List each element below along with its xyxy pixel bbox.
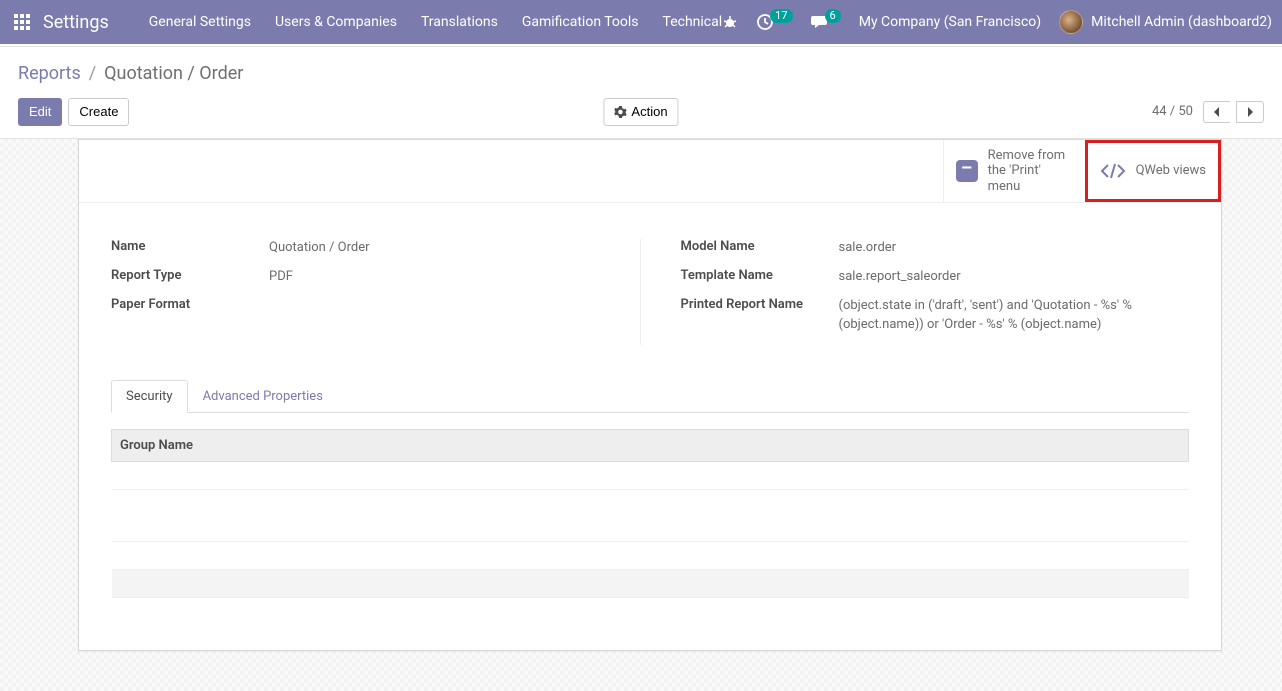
pager-next[interactable] [1236,101,1264,123]
field-report-type: Report Type PDF [111,268,620,287]
edit-button[interactable]: Edit [18,98,62,126]
field-template-name: Template Name sale.report_saleorder [681,268,1190,287]
tab-advanced-properties[interactable]: Advanced Properties [188,380,338,413]
chevron-left-icon [1212,106,1222,118]
form-canvas: – Remove from the 'Print' menu QWeb view… [0,139,1282,691]
activities-badge: 17 [770,9,792,23]
breadcrumb-reports[interactable]: Reports [18,63,81,84]
pager: 44 / 50 [1152,101,1264,123]
label-template-name: Template Name [681,268,839,283]
nav-items: General Settings Users & Companies Trans… [149,14,722,30]
table-footer [112,569,1189,597]
breadcrumb-sep: / [89,63,96,84]
activities-icon[interactable]: 17 [756,13,792,31]
user-menu[interactable]: Mitchell Admin (dashboard2) [1059,10,1272,34]
qweb-views-button[interactable]: QWeb views [1085,140,1221,203]
field-printed-report-name: Printed Report Name (object.state in ('d… [681,297,1190,335]
avatar [1059,10,1083,34]
form-sheet: – Remove from the 'Print' menu QWeb view… [78,139,1222,651]
print-menu-toggle[interactable]: – Remove from the 'Print' menu [943,140,1085,203]
nav-users-companies[interactable]: Users & Companies [275,14,397,30]
label-report-type: Report Type [111,268,269,283]
table-row[interactable] [112,461,1189,489]
field-paper-format: Paper Format [111,297,620,312]
qweb-views-label: QWeb views [1136,163,1206,179]
pager-prev[interactable] [1203,101,1230,123]
label-paper-format: Paper Format [111,297,269,312]
label-name: Name [111,239,269,254]
tabs: Security Advanced Properties [111,379,1189,413]
tab-security[interactable]: Security [111,380,188,413]
form-fields: Name Quotation / Order Report Type PDF P… [79,203,1221,368]
tab-content-security: Group Name [79,413,1221,650]
print-menu-label: Remove from the 'Print' menu [988,148,1073,195]
gear-icon [614,106,626,118]
minus-square-icon: – [956,160,978,182]
user-name: Mitchell Admin (dashboard2) [1091,14,1272,30]
label-printed-report-name: Printed Report Name [681,297,839,312]
discuss-badge: 6 [825,9,841,23]
button-box: – Remove from the 'Print' menu QWeb view… [79,140,1221,204]
field-name: Name Quotation / Order [111,239,620,258]
pager-text[interactable]: 44 / 50 [1152,104,1193,119]
breadcrumb: Reports / Quotation / Order [18,63,1264,84]
left-column: Name Quotation / Order Report Type PDF P… [111,239,641,344]
value-printed-report-name: (object.state in ('draft', 'sent') and '… [839,297,1190,335]
discuss-icon[interactable]: 6 [811,13,841,31]
groups-table: Group Name [111,429,1189,598]
field-model-name: Model Name sale.order [681,239,1190,258]
code-icon [1100,161,1126,181]
nav-general-settings[interactable]: General Settings [149,14,251,30]
value-template-name: sale.report_saleorder [839,268,1190,287]
value-report-type: PDF [269,268,620,287]
table-row[interactable] [112,541,1189,569]
value-model-name: sale.order [839,239,1190,258]
company-switcher[interactable]: My Company (San Francisco) [859,14,1041,30]
chevron-right-icon [1245,106,1255,118]
nav-gamification[interactable]: Gamification Tools [522,14,639,30]
debug-icon[interactable] [722,14,738,30]
create-button[interactable]: Create [68,98,129,126]
action-button[interactable]: Action [603,98,678,126]
main-navbar: Settings General Settings Users & Compan… [0,0,1282,44]
apps-menu-icon[interactable] [10,8,33,36]
value-name: Quotation / Order [269,239,620,258]
right-column: Model Name sale.order Template Name sale… [681,239,1190,344]
col-group-name[interactable]: Group Name [112,429,1189,461]
nav-translations[interactable]: Translations [421,14,498,30]
control-panel: Reports / Quotation / Order Edit Create … [0,47,1282,139]
breadcrumb-current: Quotation / Order [104,63,243,84]
app-title[interactable]: Settings [43,12,109,33]
nav-right: 17 6 My Company (San Francisco) Mitchell… [722,10,1272,34]
table-row[interactable] [112,513,1189,541]
nav-technical[interactable]: Technical [663,14,723,30]
action-label: Action [631,104,667,120]
label-model-name: Model Name [681,239,839,254]
